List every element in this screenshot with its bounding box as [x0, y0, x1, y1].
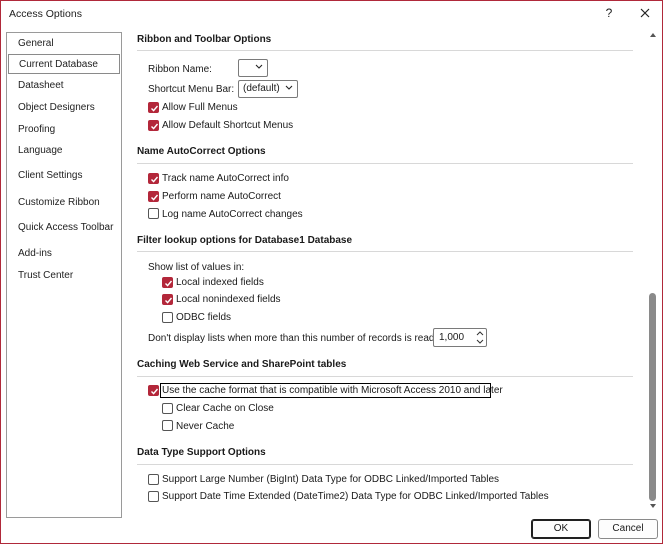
never-cache-checkbox[interactable] [162, 420, 173, 431]
sidebar-item-label: Quick Access Toolbar [18, 222, 114, 233]
allow-full-menus-checkbox[interactable] [148, 102, 159, 113]
odbc-fields-checkbox[interactable] [162, 312, 173, 323]
clear-cache-checkbox[interactable] [162, 403, 173, 414]
scroll-up-icon[interactable] [649, 32, 657, 38]
track-autocorrect-label: Track name AutoCorrect info [162, 173, 289, 184]
sidebar-item-proofing[interactable]: Proofing [8, 120, 120, 140]
access-options-window: Access Options ? General Current Databas… [0, 0, 663, 544]
sidebar-item-customize-ribbon[interactable]: Customize Ribbon [8, 193, 120, 213]
sidebar-item-label: Language [18, 145, 63, 156]
log-autocorrect-label: Log name AutoCorrect changes [162, 209, 303, 220]
checkmark-icon [151, 105, 159, 112]
sidebar-item-general[interactable]: General [8, 34, 120, 54]
sidebar-item-label: Current Database [19, 59, 98, 70]
checkmark-icon [151, 123, 159, 130]
clear-cache-label: Clear Cache on Close [176, 403, 274, 414]
section-title-filter: Filter lookup options for Database1 Data… [137, 235, 353, 246]
datetime2-support-checkbox[interactable] [148, 491, 159, 502]
sidebar-item-trust-center[interactable]: Trust Center [8, 266, 120, 286]
vertical-scrollbar[interactable] [646, 28, 660, 518]
sidebar-item-object-designers[interactable]: Object Designers [8, 98, 120, 118]
section-title-caching: Caching Web Service and SharePoint table… [137, 359, 347, 370]
sidebar-item-label: Client Settings [18, 170, 83, 181]
sidebar-item-datasheet[interactable]: Datasheet [8, 76, 120, 96]
sidebar-item-label: Add-ins [18, 248, 52, 259]
chevron-down-icon [285, 85, 293, 90]
section-title-autocorrect: Name AutoCorrect Options [137, 146, 266, 157]
checkmark-icon [151, 388, 159, 395]
sidebar-item-label: Proofing [18, 124, 56, 135]
section-title-datatype: Data Type Support Options [137, 447, 266, 458]
section-divider [137, 376, 633, 377]
allow-full-menus-label: Allow Full Menus [162, 102, 238, 113]
local-indexed-fields-checkbox[interactable] [162, 277, 173, 288]
local-indexed-fields-label: Local indexed fields [176, 277, 264, 288]
sidebar-item-add-ins[interactable]: Add-ins [8, 244, 120, 264]
section-divider [137, 50, 633, 51]
scrollbar-thumb[interactable] [649, 293, 656, 501]
checkmark-icon [151, 194, 159, 201]
sidebar-item-label: Object Designers [18, 102, 95, 113]
ribbon-name-dropdown[interactable] [238, 59, 268, 77]
section-divider [137, 464, 633, 465]
sidebar-item-label: Trust Center [18, 270, 74, 281]
window-title: Access Options [9, 8, 82, 20]
record-limit-label: Don't display lists when more than this … [148, 333, 438, 344]
scroll-down-icon[interactable] [649, 503, 657, 509]
chevron-down-icon [255, 64, 263, 69]
spinner-arrows-icon[interactable] [476, 330, 484, 345]
section-divider [137, 251, 633, 252]
local-nonindexed-fields-checkbox[interactable] [162, 294, 173, 305]
section-divider [137, 163, 633, 164]
perform-autocorrect-label: Perform name AutoCorrect [162, 191, 281, 202]
datetime2-support-label: Support Date Time Extended (DateTime2) D… [162, 491, 549, 502]
section-title-ribbon: Ribbon and Toolbar Options [137, 34, 272, 45]
local-nonindexed-fields-label: Local nonindexed fields [176, 294, 281, 305]
sidebar: General Current Database Datasheet Objec… [6, 32, 122, 518]
shortcut-menu-bar-value: (default) [243, 83, 280, 94]
close-icon[interactable] [635, 4, 655, 22]
show-list-label: Show list of values in: [148, 262, 245, 273]
never-cache-label: Never Cache [176, 421, 235, 432]
help-icon[interactable]: ? [601, 4, 617, 22]
checkmark-icon [165, 297, 173, 304]
shortcut-menu-bar-label: Shortcut Menu Bar: [148, 84, 235, 95]
bigint-support-label: Support Large Number (BigInt) Data Type … [162, 474, 500, 485]
odbc-fields-label: ODBC fields [176, 312, 232, 323]
allow-default-shortcut-menus-label: Allow Default Shortcut Menus [162, 120, 294, 131]
sidebar-item-label: Customize Ribbon [18, 197, 100, 208]
use-cache-format-checkbox[interactable] [148, 385, 159, 396]
sidebar-item-label: General [18, 38, 54, 49]
bigint-support-checkbox[interactable] [148, 474, 159, 485]
title-bar: Access Options ? [1, 1, 662, 27]
perform-autocorrect-checkbox[interactable] [148, 191, 159, 202]
checkmark-icon [151, 176, 159, 183]
ok-button[interactable]: OK [531, 519, 591, 539]
allow-default-shortcut-menus-checkbox[interactable] [148, 120, 159, 131]
ribbon-name-label: Ribbon Name: [148, 64, 212, 75]
log-autocorrect-checkbox[interactable] [148, 208, 159, 219]
use-cache-format-label: Use the cache format that is compatible … [162, 385, 503, 396]
cancel-button[interactable]: Cancel [598, 519, 658, 539]
record-limit-value: 1,000 [439, 332, 465, 343]
options-content: Ribbon and Toolbar Options Ribbon Name: … [131, 28, 643, 518]
checkmark-icon [165, 280, 173, 287]
track-autocorrect-checkbox[interactable] [148, 173, 159, 184]
sidebar-item-quick-access-toolbar[interactable]: Quick Access Toolbar [8, 218, 120, 238]
shortcut-menu-bar-dropdown[interactable]: (default) [238, 80, 298, 98]
sidebar-item-language[interactable]: Language [8, 141, 120, 161]
sidebar-item-label: Datasheet [18, 80, 64, 91]
sidebar-item-current-database[interactable]: Current Database [8, 54, 120, 74]
sidebar-item-client-settings[interactable]: Client Settings [8, 166, 120, 186]
record-limit-spinner[interactable]: 1,000 [433, 328, 487, 347]
